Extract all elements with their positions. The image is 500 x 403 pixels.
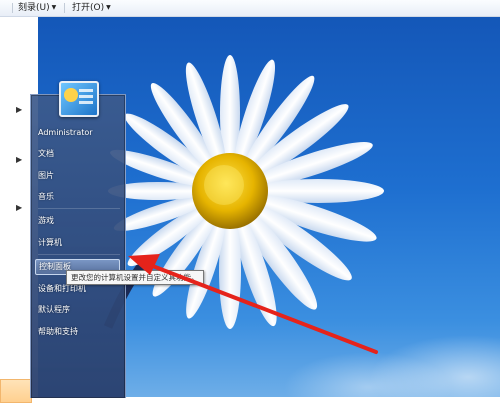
annotation-arrow-icon [128, 254, 378, 354]
